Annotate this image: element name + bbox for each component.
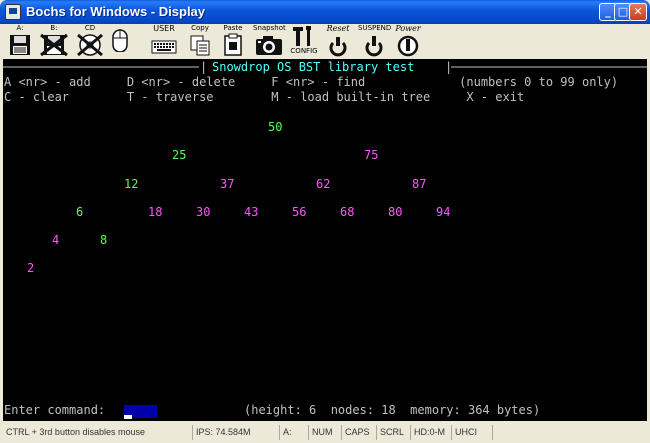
tree-node: 68 xyxy=(340,205,355,219)
mouse-hint: CTRL + 3rd button disables mouse xyxy=(6,427,145,437)
copy-label: Copy xyxy=(191,24,209,32)
power-button[interactable]: Power xyxy=(392,24,424,59)
user-button[interactable]: USER xyxy=(149,24,179,59)
power-icon xyxy=(397,35,419,57)
text-cursor xyxy=(124,415,132,419)
tree-node: 87 xyxy=(412,177,427,191)
floppy-b-button[interactable]: B: xyxy=(38,24,70,59)
bochs-app-icon[interactable] xyxy=(5,4,21,20)
uhci-indicator: UHCI xyxy=(451,425,491,440)
caps-lock-indicator: CAPS xyxy=(341,425,375,440)
power-label: Power xyxy=(395,24,421,33)
window-titlebar[interactable]: Bochs for Windows - Display _ □ ✕ xyxy=(0,0,650,24)
keyboard-icon xyxy=(151,40,177,54)
tree-stats: (height: 6 nodes: 18 memory: 364 bytes) xyxy=(244,403,541,417)
tree-node: 94 xyxy=(436,205,451,219)
tree-node: 6 xyxy=(76,205,84,219)
tree-node: 80 xyxy=(388,205,403,219)
header-right-bar: | xyxy=(445,60,453,74)
window-title: Bochs for Windows - Display xyxy=(26,4,206,19)
tree-node: 50 xyxy=(268,120,283,134)
hd-indicator: HD:0-M xyxy=(410,425,450,440)
tree-node: 8 xyxy=(100,233,108,247)
program-title: Snowdrop OS BST library test xyxy=(212,60,415,74)
ips-indicator: IPS: 74.584M xyxy=(192,425,278,440)
floppy-a-button[interactable]: A: xyxy=(7,24,33,59)
bochs-toolbar: A: B: CD USER Copy Paste Snapshot CONFIG… xyxy=(3,24,647,59)
tree-node: 4 xyxy=(52,233,60,247)
tree-node: 25 xyxy=(172,148,187,162)
mouse-button[interactable] xyxy=(109,24,131,59)
copy-icon xyxy=(190,35,210,56)
suspend-label: SUSPEND xyxy=(358,24,392,32)
tree-node: 2 xyxy=(27,261,35,275)
menu-line-2: C - clear T - traverse M - load built-in… xyxy=(4,90,525,104)
reset-icon xyxy=(329,37,347,57)
header-left-bar: | xyxy=(200,60,208,74)
user-label: USER xyxy=(153,24,175,33)
snapshot-label: Snapshot xyxy=(253,24,286,32)
config-button[interactable]: CONFIG xyxy=(289,24,319,59)
paste-button[interactable]: Paste xyxy=(220,24,246,59)
floppy-a-label: A: xyxy=(16,24,24,32)
num-lock-indicator: NUM xyxy=(308,425,340,440)
reset-button[interactable]: Reset xyxy=(323,24,353,59)
reset-label: Reset xyxy=(326,24,350,33)
tree-node: 37 xyxy=(220,177,235,191)
cdrom-button[interactable]: CD xyxy=(75,24,105,59)
tree-node: 62 xyxy=(316,177,331,191)
tree-node: 18 xyxy=(148,205,163,219)
floppy-b-label: B: xyxy=(50,24,58,32)
config-label: CONFIG xyxy=(290,47,318,55)
tree-node: 75 xyxy=(364,148,379,162)
close-button[interactable]: ✕ xyxy=(629,3,647,21)
status-bar: CTRL + 3rd button disables mouse IPS: 74… xyxy=(3,423,647,441)
drive-indicator: A: xyxy=(279,425,307,440)
scroll-lock-indicator: SCRL xyxy=(376,425,409,440)
menu-line-1: A <nr> - add D <nr> - delete F <nr> - fi… xyxy=(4,75,619,89)
tree-node: 12 xyxy=(124,177,139,191)
suspend-button[interactable]: SUSPEND xyxy=(358,24,392,59)
cdrom-label: CD xyxy=(84,24,96,32)
command-prompt: Enter command: xyxy=(4,403,106,417)
snapshot-button[interactable]: Snapshot xyxy=(253,24,286,59)
tree-node: 56 xyxy=(292,205,307,219)
floppy-disk-icon xyxy=(10,35,30,55)
emulator-display[interactable]: | Snowdrop OS BST library test | A <nr> … xyxy=(3,59,647,421)
floppy-disk-disabled-icon xyxy=(40,33,68,57)
mouse-icon xyxy=(112,29,128,52)
camera-icon xyxy=(256,36,282,55)
cdrom-disabled-icon xyxy=(77,33,103,57)
suspend-icon xyxy=(365,36,383,57)
tree-node: 30 xyxy=(196,205,211,219)
paste-label: Paste xyxy=(223,24,243,32)
tree-node: 43 xyxy=(244,205,259,219)
status-empty-field xyxy=(492,425,647,440)
copy-button[interactable]: Copy xyxy=(187,24,213,59)
paste-icon xyxy=(224,33,242,56)
